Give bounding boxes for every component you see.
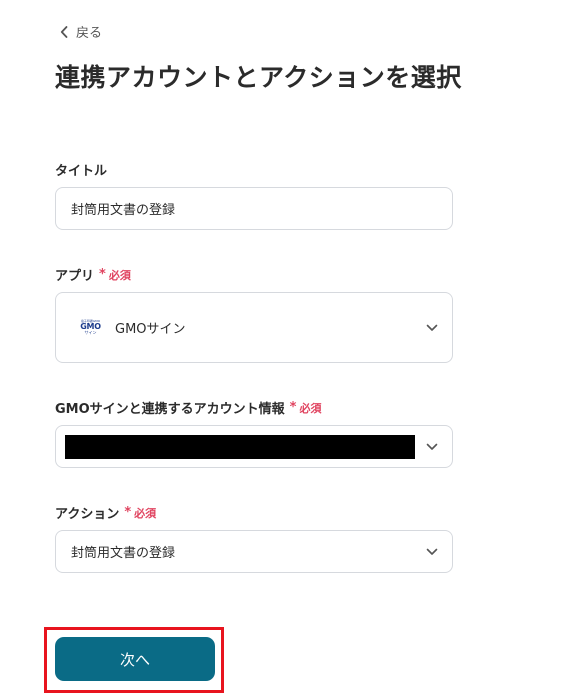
action-select-value: 封筒用文書の登録 xyxy=(71,546,176,561)
app-select[interactable]: 電子印鑑GMO GMO サイン GMOサイン xyxy=(55,292,453,363)
account-select[interactable] xyxy=(55,425,453,468)
gmo-sign-logo-icon: 電子印鑑GMO GMO サイン xyxy=(80,319,101,335)
required-badge: * 必須 xyxy=(289,400,322,415)
required-badge: * 必須 xyxy=(124,505,157,520)
required-badge: * 必須 xyxy=(99,267,131,282)
title-input-value: 封筒用文書の登録 xyxy=(71,203,176,218)
action-select[interactable]: 封筒用文書の登録 xyxy=(55,530,453,573)
next-button[interactable]: 次へ xyxy=(55,637,215,681)
chevron-down-icon xyxy=(426,548,438,555)
action-field-label: アクション * 必須 xyxy=(55,505,157,522)
back-label: 戻る xyxy=(76,26,103,41)
app-select-value: GMOサイン xyxy=(115,322,186,337)
app-field-label: アプリ * 必須 xyxy=(55,267,131,284)
title-field-label: タイトル xyxy=(55,164,108,179)
chevron-left-icon xyxy=(60,25,68,38)
chevron-down-icon xyxy=(426,324,438,331)
account-field-label: GMOサインと連携するアカウント情報 * 必須 xyxy=(55,400,322,417)
page-title: 連携アカウントとアクションを選択 xyxy=(55,63,462,92)
back-link[interactable]: 戻る xyxy=(60,22,102,41)
page: 戻る 連携アカウントとアクションを選択 タイトル 封筒用文書の登録 アプリ * 必… xyxy=(0,0,582,694)
chevron-down-icon xyxy=(426,443,438,450)
title-input[interactable]: 封筒用文書の登録 xyxy=(55,187,453,230)
redacted-account-value xyxy=(65,435,415,459)
